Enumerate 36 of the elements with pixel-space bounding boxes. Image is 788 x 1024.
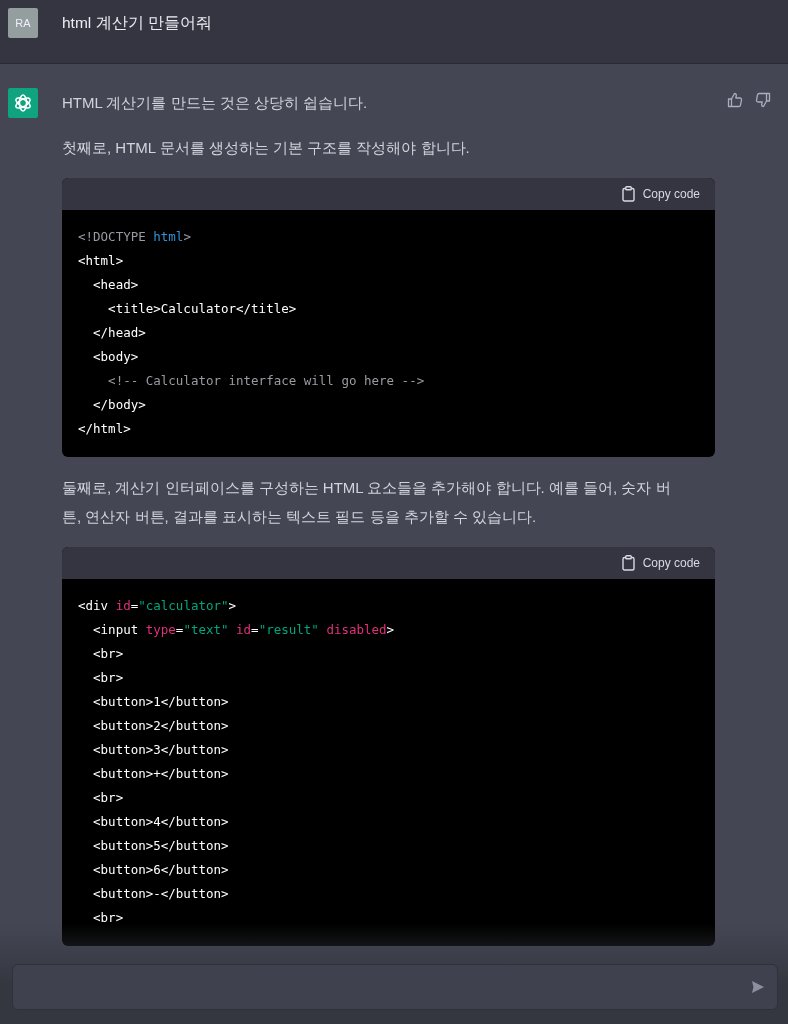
code-line: <button>1</button> xyxy=(92,693,229,711)
copy-code-button[interactable]: Copy code xyxy=(621,555,700,571)
clipboard-icon xyxy=(621,555,635,571)
code-line: <body> xyxy=(92,348,139,366)
message-paragraph: 둘째로, 계산기 인터페이스를 구성하는 HTML 요소들을 추가해야 합니다. 예를 들어, 숫자 버튼, 연산자 버튼, 결과를 표시하는 텍스트 필드 등을 추가할 수 있습니다. xyxy=(62,478,672,527)
code-line: <button>6</button> xyxy=(92,861,229,879)
code-line: <br> xyxy=(92,789,124,807)
code-line: <br> xyxy=(92,645,124,663)
user-message: html 계산기 만들어줘 xyxy=(62,13,212,33)
thumbs-up-icon[interactable] xyxy=(727,92,743,108)
code-line: </body> xyxy=(92,396,146,414)
code-line: <html> xyxy=(78,252,124,270)
code-line: </html> xyxy=(78,420,131,438)
code-line: <button>2</button> xyxy=(92,717,229,735)
code-line: <button>4</button> xyxy=(92,813,229,831)
thumbs-down-icon[interactable] xyxy=(755,92,771,108)
code-line: </head> xyxy=(92,324,146,342)
code-line: <br> xyxy=(92,669,124,687)
code-line: <button>-</button> xyxy=(92,885,229,903)
copy-code-button[interactable]: Copy code xyxy=(621,186,700,202)
code-line: <head> xyxy=(92,276,139,294)
message-paragraph: HTML 계산기를 만드는 것은 상당히 쉽습니다. xyxy=(62,93,369,113)
clipboard-icon xyxy=(621,186,635,202)
code-line: <!-- Calculator interface will go here --> xyxy=(107,372,425,390)
code-line: <button>3</button> xyxy=(92,741,229,759)
code-line: <title>Calculator</title> xyxy=(107,300,297,318)
user-avatar: RA xyxy=(8,8,38,38)
code-line: <button>5</button> xyxy=(92,837,229,855)
send-icon[interactable] xyxy=(751,980,765,994)
code-line: <button>+</button> xyxy=(92,765,229,783)
code-line: <div id="calculator"> xyxy=(78,597,237,615)
code-line: <input type="text" id="result" disabled> xyxy=(92,621,395,639)
code-line: <!DOCTYPE html> xyxy=(78,228,191,246)
message-paragraph: 첫째로, HTML 문서를 생성하는 기본 구조를 작성해야 합니다. xyxy=(62,138,471,158)
code-line: <br> xyxy=(92,909,124,927)
message-input[interactable] xyxy=(12,964,778,1010)
